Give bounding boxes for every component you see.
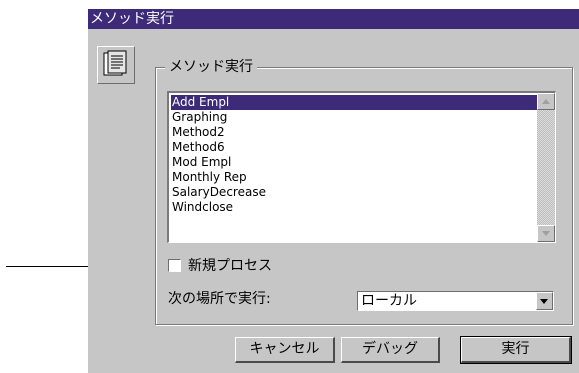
scroll-up-button[interactable]: [537, 93, 555, 110]
vertical-scrollbar[interactable]: [537, 93, 555, 242]
list-item[interactable]: Mod Empl: [171, 155, 537, 170]
method-listbox[interactable]: Add Empl Graphing Method2 Method6 Mod Empl Mo…: [167, 91, 556, 243]
arrow-up-icon: [542, 99, 550, 104]
list-item[interactable]: SalaryDecrease: [171, 185, 537, 200]
group-label: メソッド実行: [165, 58, 257, 76]
run-button[interactable]: 実行: [460, 336, 572, 364]
new-process-checkbox[interactable]: [168, 259, 181, 272]
list-item[interactable]: Graphing: [171, 110, 537, 125]
list-item[interactable]: Windclose: [171, 200, 537, 215]
list-item[interactable]: Add Empl: [171, 95, 537, 110]
dialog-title: メソッド実行: [88, 9, 579, 29]
chevron-down-icon: [540, 299, 548, 304]
method-list: Add Empl Graphing Method2 Method6 Mod Empl Mo…: [171, 95, 537, 215]
method-execution-dialog: メソッド実行 メソッド実行 Add Empl Graphing Method2 Met…: [88, 9, 579, 373]
list-item[interactable]: Monthly Rep: [171, 170, 537, 185]
location-label: 次の場所で実行:: [168, 291, 271, 307]
location-value: ローカル: [361, 293, 417, 309]
list-item[interactable]: Method2: [171, 125, 537, 140]
location-select[interactable]: ローカル: [357, 291, 554, 311]
debug-button[interactable]: デバッグ: [341, 337, 440, 363]
new-process-label: 新規プロセス: [188, 258, 272, 274]
cancel-button[interactable]: キャンセル: [235, 337, 335, 363]
location-dropdown-button[interactable]: [536, 292, 553, 310]
list-item[interactable]: Method6: [171, 140, 537, 155]
scroll-down-button[interactable]: [537, 225, 555, 242]
document-icon: [97, 46, 135, 84]
arrow-down-icon: [542, 231, 550, 236]
